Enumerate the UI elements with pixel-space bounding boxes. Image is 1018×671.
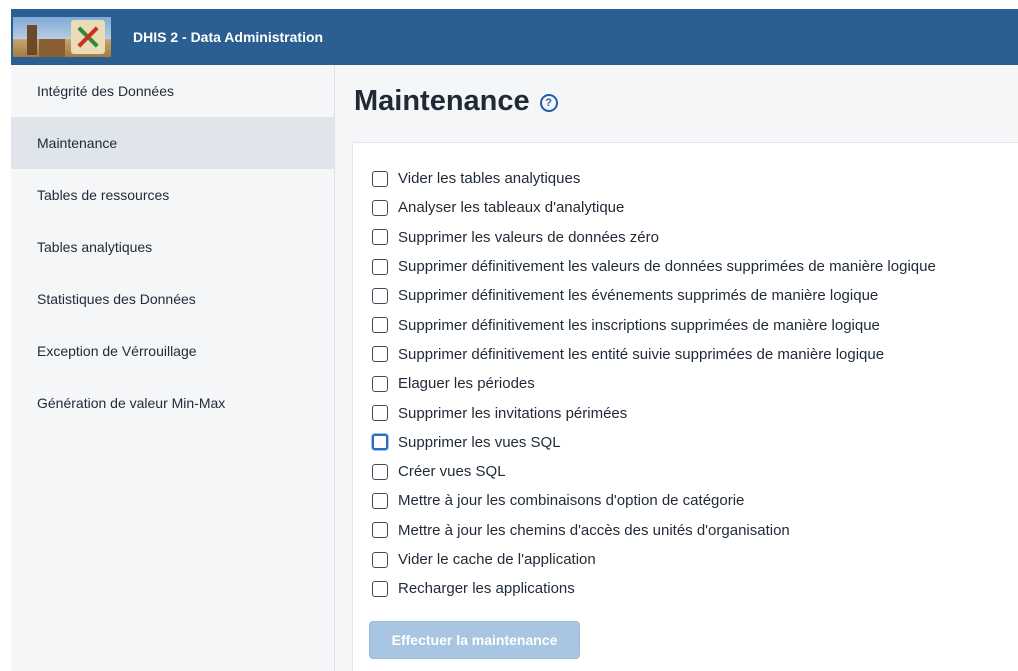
sidebar-item-maintenance[interactable]: Maintenance <box>11 117 334 169</box>
logo-building-shape <box>39 39 65 57</box>
option-supprimer-valeurs-logique[interactable]: Supprimer définitivement les valeurs de … <box>372 252 936 281</box>
checkbox[interactable] <box>372 258 388 275</box>
option-maj-chemins-unites[interactable]: Mettre à jour les chemins d'accès des un… <box>372 516 936 545</box>
option-supprimer-valeurs-zero[interactable]: Supprimer les valeurs de données zéro <box>372 223 936 252</box>
option-maj-combinaisons[interactable]: Mettre à jour les combinaisons d'option … <box>372 486 936 515</box>
sidebar-item-tables-analytiques[interactable]: Tables analytiques <box>11 221 334 273</box>
page-title: Maintenance <box>354 85 530 117</box>
option-label: Supprimer définitivement les valeurs de … <box>398 258 936 276</box>
option-label: Vider les tables analytiques <box>398 170 581 188</box>
app-window: DHIS 2 - Data Administration Intégrité d… <box>11 9 1018 671</box>
sidebar-item-statistiques-donnees[interactable]: Statistiques des Données <box>11 273 334 325</box>
run-maintenance-button[interactable]: Effectuer la maintenance <box>369 621 580 659</box>
checkbox-focused[interactable] <box>372 434 388 451</box>
option-label: Mettre à jour les chemins d'accès des un… <box>398 521 790 539</box>
checkbox[interactable] <box>372 580 388 597</box>
app-title[interactable]: DHIS 2 - Data Administration <box>133 29 323 45</box>
checkbox[interactable] <box>372 463 388 480</box>
option-label: Supprimer définitivement les événements … <box>398 287 879 305</box>
option-label: Supprimer les vues SQL <box>398 433 561 451</box>
option-vider-cache[interactable]: Vider le cache de l'application <box>372 545 936 574</box>
niger-flag-emblem-logo[interactable] <box>13 17 111 57</box>
top-bar: DHIS 2 - Data Administration <box>11 9 1018 65</box>
option-supprimer-entites-suivies[interactable]: Supprimer définitivement les entité suiv… <box>372 340 936 369</box>
option-label: Analyser les tableaux d'analytique <box>398 199 625 217</box>
checkbox[interactable] <box>372 229 388 246</box>
checkbox[interactable] <box>372 492 388 509</box>
option-supprimer-invitations[interactable]: Supprimer les invitations périmées <box>372 398 936 427</box>
option-label: Supprimer définitivement les entité suiv… <box>398 345 885 363</box>
option-label: Elaguer les périodes <box>398 375 535 393</box>
maintenance-panel: Vider les tables analytiques Analyser le… <box>352 142 1018 671</box>
logo-tower-shape <box>27 25 37 55</box>
logo-emblem-shape <box>71 20 105 54</box>
checkbox[interactable] <box>372 170 388 187</box>
option-supprimer-inscriptions[interactable]: Supprimer définitivement les inscription… <box>372 310 936 339</box>
option-analyser-tableaux[interactable]: Analyser les tableaux d'analytique <box>372 193 936 222</box>
option-label: Vider le cache de l'application <box>398 551 596 568</box>
option-label: Supprimer définitivement les inscription… <box>398 316 880 334</box>
option-label: Supprimer les invitations périmées <box>398 404 628 422</box>
checkbox[interactable] <box>372 551 388 568</box>
option-label: Créer vues SQL <box>398 463 506 481</box>
option-vider-tables-analytiques[interactable]: Vider les tables analytiques <box>372 164 936 193</box>
sidebar: Intégrité des Données Maintenance Tables… <box>11 65 335 671</box>
option-elaguer-periodes[interactable]: Elaguer les périodes <box>372 369 936 398</box>
checkbox[interactable] <box>372 375 388 392</box>
option-supprimer-evenements[interactable]: Supprimer définitivement les événements … <box>372 281 936 310</box>
option-recharger-applications[interactable]: Recharger les applications <box>372 574 936 603</box>
sidebar-item-integrite-donnees[interactable]: Intégrité des Données <box>11 65 334 117</box>
option-label: Mettre à jour les combinaisons d'option … <box>398 492 745 510</box>
checkbox[interactable] <box>372 317 388 334</box>
main-content: Maintenance ? Vider les tables analytiqu… <box>335 65 1018 671</box>
help-circle-icon[interactable]: ? <box>539 93 558 112</box>
sidebar-item-exception-verrouillage[interactable]: Exception de Vérrouillage <box>11 325 334 377</box>
checkbox[interactable] <box>372 199 388 216</box>
checkbox[interactable] <box>372 405 388 422</box>
page-title-row: Maintenance ? <box>354 85 558 118</box>
option-supprimer-vues-sql[interactable]: Supprimer les vues SQL <box>372 428 936 457</box>
option-creer-vues-sql[interactable]: Créer vues SQL <box>372 457 936 486</box>
checkbox[interactable] <box>372 287 388 304</box>
checkbox[interactable] <box>372 346 388 363</box>
option-label: Supprimer les valeurs de données zéro <box>398 228 659 246</box>
option-label: Recharger les applications <box>398 580 575 598</box>
maintenance-options-list: Vider les tables analytiques Analyser le… <box>372 164 936 603</box>
checkbox[interactable] <box>372 522 388 539</box>
sidebar-item-generation-min-max[interactable]: Génération de valeur Min-Max <box>11 377 334 429</box>
sidebar-item-tables-ressources[interactable]: Tables de ressources <box>11 169 334 221</box>
